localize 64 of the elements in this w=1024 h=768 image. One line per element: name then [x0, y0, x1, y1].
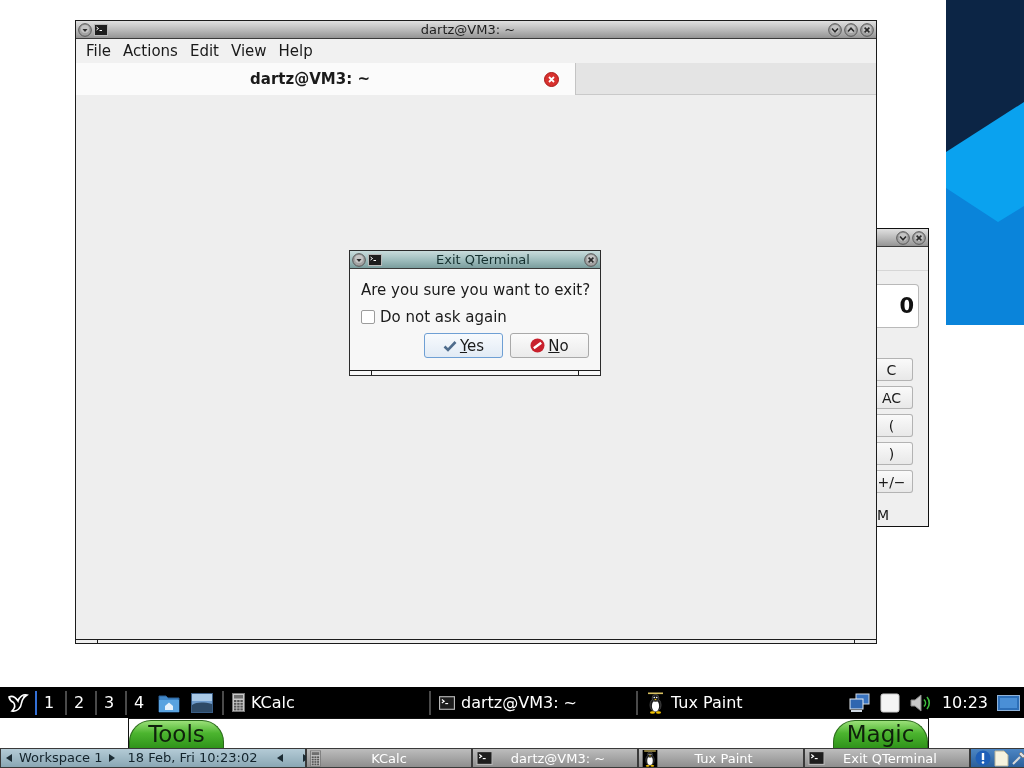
- yes-button[interactable]: Yes: [424, 333, 503, 358]
- calculator-icon: [232, 693, 245, 712]
- clock: 10:23: [941, 693, 988, 712]
- network-icon[interactable]: [848, 692, 871, 713]
- dialog-message: Are you sure you want to exit?: [361, 280, 589, 300]
- penguin-icon: [642, 749, 658, 767]
- terminal-icon: [368, 253, 382, 266]
- paint-tool-button[interactable]: Magic: [833, 720, 928, 748]
- calculator-key[interactable]: (: [877, 414, 913, 437]
- close-icon[interactable]: [584, 252, 598, 267]
- calculator-key[interactable]: ): [877, 442, 913, 465]
- calculator-key[interactable]: AC: [877, 386, 913, 409]
- window-menu-icon[interactable]: [78, 22, 92, 37]
- minimize-icon[interactable]: [828, 22, 842, 37]
- blank-tile-icon[interactable]: [879, 692, 900, 713]
- left-arrow-icon[interactable]: [277, 754, 284, 762]
- check-icon: [442, 339, 457, 352]
- minimize-icon[interactable]: [896, 230, 910, 245]
- workspace-button[interactable]: 1: [35, 690, 65, 715]
- workspace-button[interactable]: 4: [125, 690, 155, 715]
- checkbox-label: Do not ask again: [380, 308, 507, 326]
- menu-item[interactable]: View: [224, 40, 273, 62]
- calculator-label: M: [877, 507, 891, 523]
- terminal-icon: [808, 751, 825, 765]
- menu-item[interactable]: File: [80, 40, 118, 62]
- maximize-icon[interactable]: [844, 22, 858, 37]
- folder-icon[interactable]: [158, 692, 180, 713]
- terminal-icon: [94, 23, 108, 36]
- volume-icon[interactable]: [908, 691, 933, 714]
- calculator-display: 0: [877, 284, 919, 328]
- close-icon[interactable]: [544, 71, 559, 87]
- workspace-button[interactable]: 2: [65, 690, 95, 715]
- window-menu-icon[interactable]: [352, 252, 366, 267]
- picture-icon[interactable]: [191, 692, 213, 713]
- left-arrow-icon[interactable]: [6, 754, 12, 762]
- taskbar-task[interactable]: dartz@VM3: ~: [429, 690, 636, 715]
- terminal-icon: [439, 695, 455, 710]
- taskbar-task[interactable]: Tux Paint: [636, 690, 843, 715]
- window-title: dartz@VM3: ~: [419, 21, 517, 38]
- close-icon[interactable]: [860, 22, 874, 37]
- calculator-icon: [310, 749, 321, 767]
- checkbox[interactable]: [361, 310, 375, 324]
- paint-tool-button[interactable]: Tools: [129, 720, 224, 748]
- display-icon[interactable]: [997, 692, 1020, 713]
- workspace-name: Workspace 1: [19, 750, 103, 766]
- exclamation-icon[interactable]: [975, 750, 991, 766]
- hammer-icon[interactable]: [1011, 750, 1024, 766]
- menu-item[interactable]: Actions: [117, 40, 184, 62]
- menu-item[interactable]: Help: [272, 40, 319, 62]
- date-time: 18 Feb, Fri 10:23:02: [127, 750, 258, 766]
- no-entry-icon: [530, 338, 546, 353]
- terminal-icon: [476, 751, 493, 765]
- terminal-tab[interactable]: dartz@VM3: ~: [76, 63, 576, 95]
- no-button[interactable]: No: [510, 333, 589, 358]
- calculator-key[interactable]: +/−: [877, 470, 913, 493]
- menu-item[interactable]: Edit: [183, 40, 225, 62]
- calculator-key[interactable]: C: [877, 358, 913, 381]
- right-arrow-icon[interactable]: [109, 754, 116, 762]
- dialog-title: Exit QTerminal: [435, 251, 531, 268]
- workspace-button[interactable]: 3: [95, 690, 125, 715]
- taskbar-task[interactable]: KCalc: [222, 690, 429, 715]
- penguin-icon: [646, 691, 665, 714]
- close-icon[interactable]: [912, 230, 926, 245]
- note-icon[interactable]: [993, 749, 1009, 767]
